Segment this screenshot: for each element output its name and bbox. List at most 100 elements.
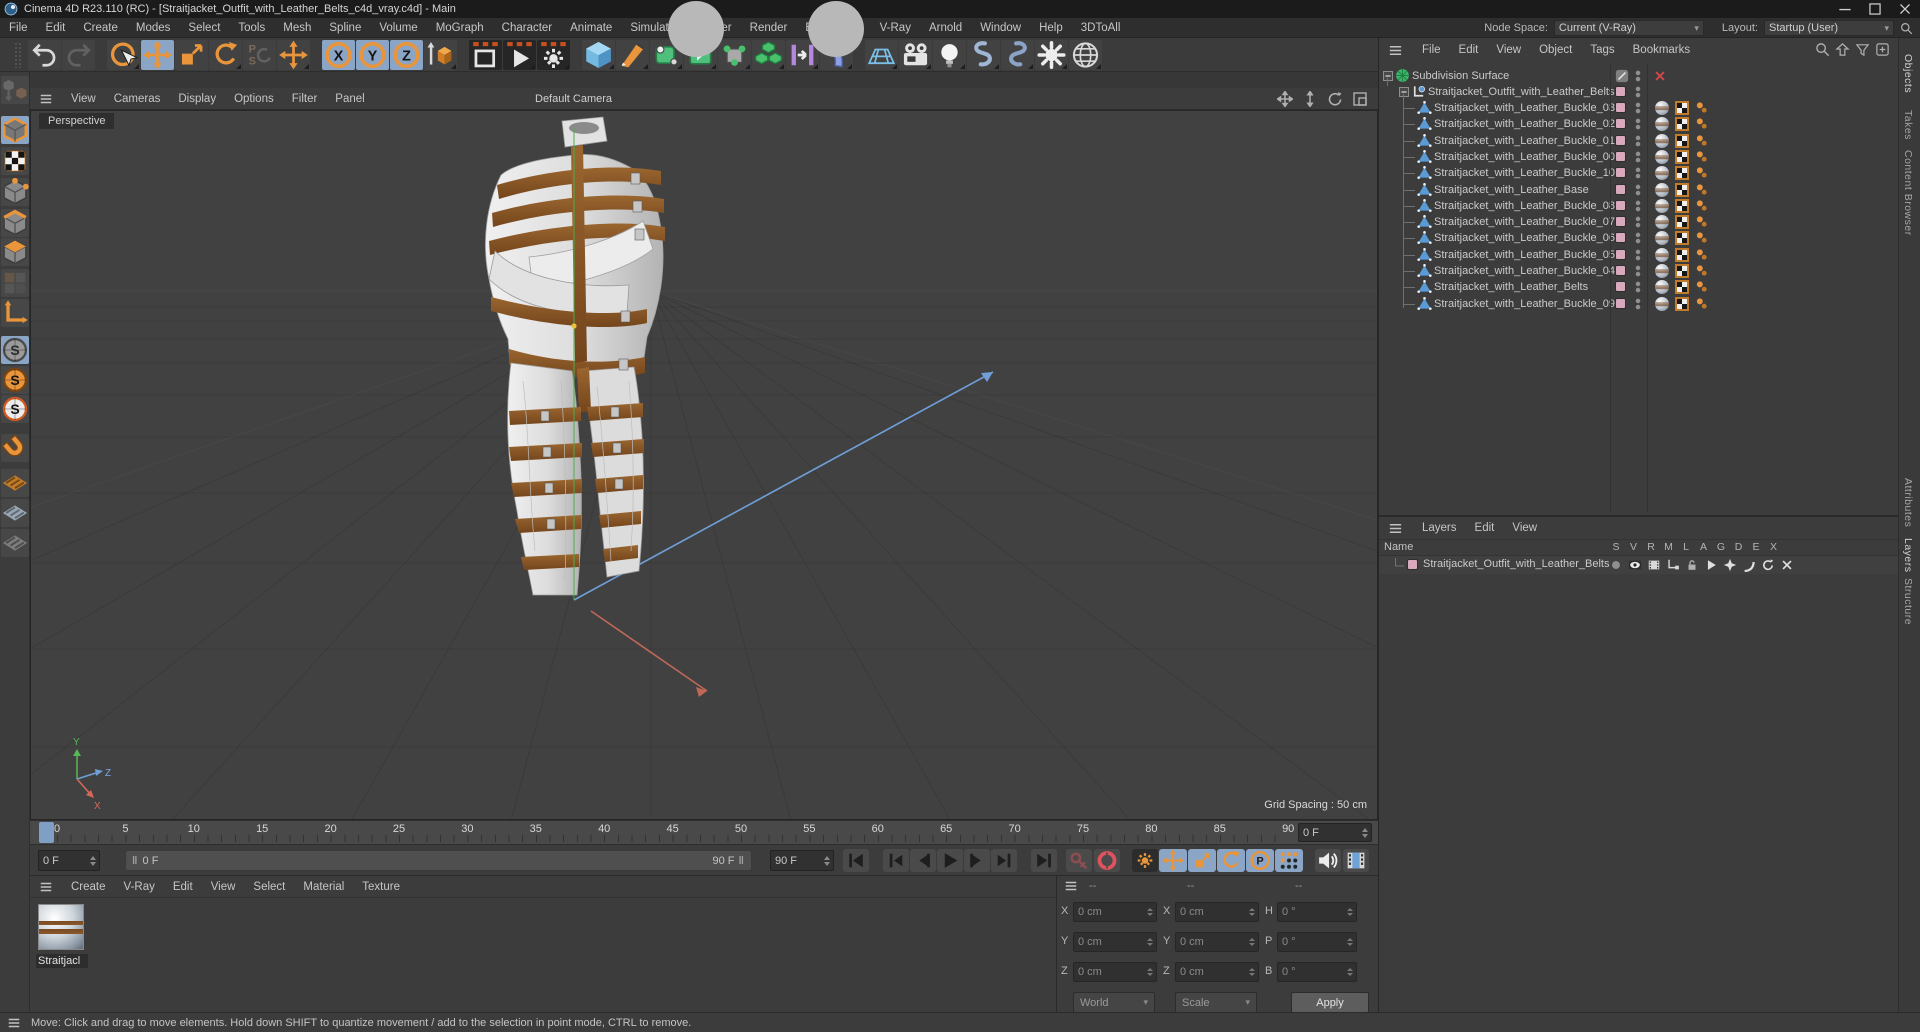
edge-mode-icon[interactable]	[1, 209, 29, 237]
material-name[interactable]: Straitjacl	[36, 954, 88, 968]
menu-item-create[interactable]: Create	[62, 881, 115, 893]
object-row-child[interactable]: Straitjacket_with_Leather_Buckle_08	[1379, 198, 1899, 214]
object-row-child[interactable]: Straitjacket_with_Leather_Buckle_07	[1379, 214, 1899, 230]
disabled-x-icon[interactable]	[1653, 69, 1667, 83]
animation-play-icon[interactable]	[1704, 558, 1718, 572]
end-frame-field[interactable]: 90 F	[770, 850, 834, 871]
transform-icon[interactable]	[277, 39, 310, 70]
layer-color-chip[interactable]	[1615, 167, 1626, 179]
uvw-tag-icon[interactable]	[1675, 117, 1689, 132]
light-icon[interactable]	[933, 39, 966, 70]
rec-pla-button[interactable]	[1275, 849, 1303, 872]
side-tab-attributes[interactable]: Attributes	[1902, 478, 1914, 527]
expander-icon[interactable]	[1383, 71, 1393, 81]
object-row-root[interactable]: Subdivision Surface	[1379, 68, 1899, 84]
straitjacket-model[interactable]	[485, 116, 665, 596]
axis-y-icon[interactable]: Y	[356, 39, 389, 70]
phong-tag-icon[interactable]	[1695, 183, 1709, 197]
uvw-tag-icon[interactable]	[1675, 133, 1689, 148]
phong-tag-icon[interactable]	[1695, 280, 1709, 294]
uvw-tag-icon[interactable]	[1675, 280, 1689, 295]
play-button[interactable]	[937, 849, 963, 872]
menu-item-tools[interactable]: Tools	[229, 22, 274, 34]
timeline-playhead[interactable]	[39, 822, 54, 843]
rec-scale-button[interactable]	[1188, 849, 1216, 872]
coord-field-1-1[interactable]: 0 cm	[1175, 932, 1259, 952]
uvw-tag-icon[interactable]	[1675, 296, 1689, 311]
primitive-cube-icon[interactable]	[582, 39, 615, 70]
point-mode-icon[interactable]	[1, 178, 29, 206]
material-tag-icon[interactable]	[1655, 117, 1669, 132]
layer-color-chip[interactable]	[1615, 134, 1626, 146]
axis-x-icon[interactable]: X	[322, 39, 355, 70]
uvw-tag-icon[interactable]	[1675, 149, 1689, 164]
object-row-child[interactable]: Straitjacket_with_Leather_Belts	[1379, 279, 1899, 295]
snap-2d-icon[interactable]: S	[1, 366, 29, 394]
uvw-tag-icon[interactable]	[1675, 182, 1689, 197]
uvw-tag-icon[interactable]	[1675, 231, 1689, 246]
coord-field-2-0[interactable]: 0 cm	[1073, 962, 1157, 982]
filter-icon[interactable]	[1855, 42, 1870, 57]
solo-icon[interactable]	[1609, 558, 1623, 572]
material-tag-icon[interactable]	[1655, 198, 1669, 213]
menu-item-view[interactable]: View	[62, 93, 105, 105]
object-row-child[interactable]: Straitjacket_with_Leather_Buckle_04	[1379, 263, 1899, 279]
viewport-menu-icon[interactable]	[38, 92, 54, 106]
menu-item-panel[interactable]: Panel	[326, 93, 373, 105]
object-row-child[interactable]: Straitjacket_with_Leather_Buckle_05	[1379, 247, 1899, 263]
layer-color-chip[interactable]	[1615, 248, 1626, 260]
frame-rate-button[interactable]	[1343, 849, 1369, 872]
layers-menu-icon[interactable]	[1387, 521, 1404, 536]
material-tag-icon[interactable]	[1655, 247, 1669, 262]
close-icon[interactable]	[1890, 0, 1920, 18]
visibility-dots-icon[interactable]	[1631, 297, 1645, 311]
layout-select[interactable]: Startup (User) ▾	[1764, 20, 1894, 36]
visibility-dots-icon[interactable]	[1631, 215, 1645, 229]
layer-color-chip[interactable]	[1615, 265, 1626, 276]
menu-item-mesh[interactable]: Mesh	[274, 22, 320, 34]
snap-toggle-icon[interactable]: S	[1, 336, 29, 364]
visibility-dots-icon[interactable]	[1631, 264, 1645, 278]
uvw-tag-icon[interactable]	[1675, 264, 1689, 278]
maximize-icon[interactable]	[1860, 0, 1890, 18]
side-tab-layers[interactable]: Layers	[1902, 538, 1914, 573]
uvw-tag-icon[interactable]	[1675, 215, 1689, 230]
uvw-tag-icon[interactable]	[1675, 101, 1689, 115]
visibility-dots-icon[interactable]	[1631, 85, 1645, 99]
layer-row[interactable]: Straitjacket_Outfit_with_Leather_Belts	[1379, 556, 1899, 574]
undo-icon[interactable]	[28, 39, 61, 70]
side-tab-objects[interactable]: Objects	[1902, 54, 1914, 93]
visibility-dots-icon[interactable]	[1631, 101, 1645, 115]
visibility-dots-icon[interactable]	[1631, 248, 1645, 262]
menu-item-create[interactable]: Create	[74, 22, 127, 34]
phong-tag-icon[interactable]	[1695, 297, 1709, 311]
minimize-icon[interactable]	[1830, 0, 1860, 18]
enabled-toggle-icon[interactable]	[1615, 69, 1629, 83]
menu-item-display[interactable]: Display	[169, 93, 225, 105]
viewport-camera-label[interactable]: Default Camera	[535, 1, 916, 198]
menu-item-character[interactable]: Character	[493, 22, 562, 34]
phong-tag-icon[interactable]	[1695, 231, 1709, 245]
menu-item-volume[interactable]: Volume	[370, 22, 426, 34]
make-editable-icon[interactable]	[1, 76, 29, 104]
scale-mode-select[interactable]: Scale ▾	[1175, 992, 1257, 1013]
menu-item-modes[interactable]: Modes	[127, 22, 180, 34]
object-row-child[interactable]: Straitjacket_with_Leather_Base	[1379, 182, 1899, 198]
menu-item-animate[interactable]: Animate	[561, 22, 621, 34]
menu-item-layers[interactable]: Layers	[1413, 522, 1466, 534]
visibility-dots-icon[interactable]	[1631, 150, 1645, 164]
move-icon[interactable]	[141, 39, 174, 70]
object-row-child[interactable]: Straitjacket_with_Leather_Buckle_03	[1379, 100, 1899, 116]
zoom-icon[interactable]	[1302, 91, 1318, 107]
menu-item-bookmarks[interactable]: Bookmarks	[1624, 44, 1700, 56]
visibility-dots-icon[interactable]	[1631, 280, 1645, 294]
visibility-dots-icon[interactable]	[1631, 69, 1645, 83]
menu-item-spline[interactable]: Spline	[320, 22, 370, 34]
object-row-child[interactable]: Straitjacket_with_Leather_Buckle_09	[1379, 296, 1899, 312]
status-menu-icon[interactable]	[6, 1016, 22, 1030]
scale-icon[interactable]	[175, 39, 208, 70]
material-tag-icon[interactable]	[1655, 149, 1669, 164]
side-tab-content-browser[interactable]: Content Browser	[1902, 150, 1914, 236]
menu-item-view[interactable]: View	[202, 881, 245, 893]
material-tag-icon[interactable]	[1655, 264, 1669, 278]
